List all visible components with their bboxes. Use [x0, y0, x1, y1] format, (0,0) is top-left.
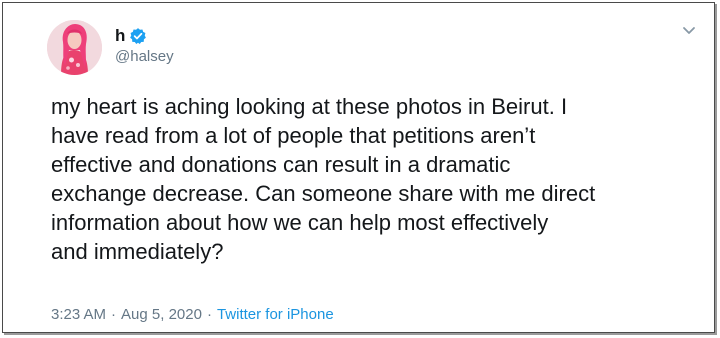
tweet-card: h @halsey my heart is aching looking at …: [2, 2, 715, 333]
tweet-metadata: 3:23 AM · Aug 5, 2020 · Twitter for iPho…: [51, 306, 334, 323]
display-name-row: h: [115, 25, 174, 47]
avatar[interactable]: [47, 19, 102, 75]
avatar-image: [47, 19, 102, 75]
tweet-header: h @halsey: [47, 17, 174, 77]
tweet-date[interactable]: Aug 5, 2020: [121, 306, 202, 323]
handle[interactable]: @halsey: [115, 48, 174, 65]
meta-separator: ·: [206, 306, 212, 323]
display-name[interactable]: h: [115, 26, 125, 46]
chevron-down-icon[interactable]: [680, 21, 698, 39]
tweet-text: my heart is aching looking at these phot…: [51, 94, 596, 264]
verified-badge-icon: [129, 27, 147, 45]
meta-separator: ·: [111, 306, 117, 323]
tweet-source-link[interactable]: Twitter for iPhone: [217, 306, 334, 323]
author-names: h @halsey: [115, 25, 174, 65]
tweet-time[interactable]: 3:23 AM: [51, 306, 106, 323]
